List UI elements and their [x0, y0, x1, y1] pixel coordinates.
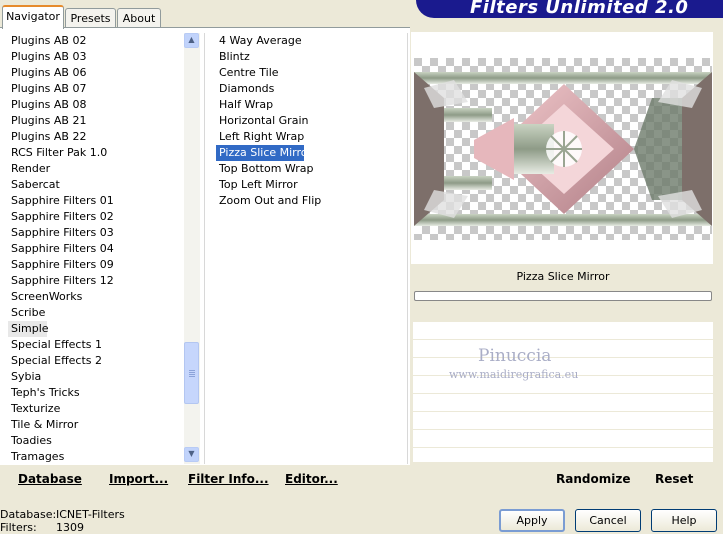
filter-item[interactable]: Top Bottom Wrap: [216, 161, 396, 177]
category-item[interactable]: Sapphire Filters 12: [8, 273, 184, 289]
param-row: [413, 394, 713, 412]
filters-label: Filters:: [0, 521, 37, 534]
list-divider: [204, 33, 205, 464]
list-divider: [407, 33, 408, 464]
filter-item[interactable]: Top Left Mirror: [216, 177, 396, 193]
category-scrollbar[interactable]: ▲ ▼: [184, 33, 200, 464]
scroll-thumb[interactable]: [184, 342, 199, 404]
param-row: [413, 430, 713, 448]
category-item[interactable]: Plugins AB 06: [8, 65, 184, 81]
param-row: [413, 304, 713, 322]
filter-item[interactable]: Horizontal Grain: [216, 113, 396, 129]
category-item[interactable]: Simple: [8, 321, 49, 337]
watermark-site: www.maidiregrafica.eu: [449, 368, 579, 381]
category-item[interactable]: Toadies: [8, 433, 184, 449]
category-item[interactable]: Tramages: [8, 449, 184, 465]
grip-line: [189, 370, 195, 371]
scroll-down-button[interactable]: ▼: [184, 447, 199, 462]
apply-button[interactable]: Apply: [499, 509, 565, 532]
category-item[interactable]: Plugins AB 03: [8, 49, 184, 65]
category-item[interactable]: Plugins AB 22: [8, 129, 184, 145]
watermark-name: Pinuccia: [478, 346, 552, 366]
category-item[interactable]: Render: [8, 161, 184, 177]
filter-item[interactable]: Left Right Wrap: [216, 129, 396, 145]
scroll-up-button[interactable]: ▲: [184, 33, 199, 48]
category-item[interactable]: Sapphire Filters 09: [8, 257, 184, 273]
database-button[interactable]: Database: [18, 472, 82, 486]
filter-item[interactable]: Diamonds: [216, 81, 396, 97]
category-item[interactable]: Plugins AB 21: [8, 113, 184, 129]
category-item[interactable]: Plugins AB 02: [8, 33, 184, 49]
progress-bar: [414, 291, 712, 301]
param-row: [413, 412, 713, 430]
filter-info-button[interactable]: Filter Info...: [188, 472, 269, 486]
param-row: [413, 322, 713, 340]
category-item[interactable]: Sapphire Filters 02: [8, 209, 184, 225]
category-item[interactable]: Scribe: [8, 305, 184, 321]
filters-count: 1309: [56, 521, 84, 534]
category-item[interactable]: Sabercat: [8, 177, 184, 193]
tab-presets[interactable]: Presets: [65, 8, 116, 28]
category-item[interactable]: Sapphire Filters 03: [8, 225, 184, 241]
category-list: Plugins AB 02 Plugins AB 03 Plugins AB 06 P…: [8, 33, 184, 465]
grip-line: [189, 372, 195, 373]
filter-item[interactable]: Centre Tile: [216, 65, 396, 81]
help-button[interactable]: Help: [651, 509, 717, 532]
category-item[interactable]: Texturize: [8, 401, 184, 417]
filter-list: 4 Way Average Blintz Centre Tile Diamonds Ha…: [216, 33, 396, 209]
filter-item[interactable]: Half Wrap: [216, 97, 396, 113]
category-item[interactable]: RCS Filter Pak 1.0: [8, 145, 184, 161]
preview-filter-name: Pizza Slice Mirror: [413, 266, 713, 288]
randomize-button[interactable]: Randomize: [556, 472, 630, 486]
filter-item[interactable]: Zoom Out and Flip: [216, 193, 396, 209]
category-item[interactable]: Special Effects 2: [8, 353, 184, 369]
reset-button[interactable]: Reset: [655, 472, 693, 486]
param-row: [413, 340, 713, 358]
app-title: Filters Unlimited 2.0: [470, 0, 689, 18]
preview-image: [414, 58, 712, 240]
database-label: Database:: [0, 508, 57, 521]
tab-navigator[interactable]: Navigator: [2, 5, 64, 29]
cancel-button[interactable]: Cancel: [575, 509, 641, 532]
category-item[interactable]: Tile & Mirror: [8, 417, 184, 433]
filter-item[interactable]: Blintz: [216, 49, 396, 65]
category-item[interactable]: Special Effects 1: [8, 337, 184, 353]
database-value: ICNET-Filters: [56, 508, 125, 521]
category-item[interactable]: Teph's Tricks: [8, 385, 184, 401]
filter-item[interactable]: 4 Way Average: [216, 33, 396, 49]
category-item[interactable]: Plugins AB 07: [8, 81, 184, 97]
grip-line: [189, 374, 195, 375]
category-item[interactable]: Sapphire Filters 01: [8, 193, 184, 209]
parameters-area: [413, 304, 713, 462]
grip-line: [189, 376, 195, 377]
import-button[interactable]: Import...: [109, 472, 168, 486]
category-item[interactable]: ScreenWorks: [8, 289, 184, 305]
category-item[interactable]: Plugins AB 08: [8, 97, 184, 113]
editor-button[interactable]: Editor...: [285, 472, 338, 486]
tab-about[interactable]: About: [117, 8, 161, 28]
filter-item[interactable]: Pizza Slice Mirror: [216, 145, 312, 161]
category-item[interactable]: Sybia: [8, 369, 184, 385]
category-item[interactable]: Sapphire Filters 04: [8, 241, 184, 257]
